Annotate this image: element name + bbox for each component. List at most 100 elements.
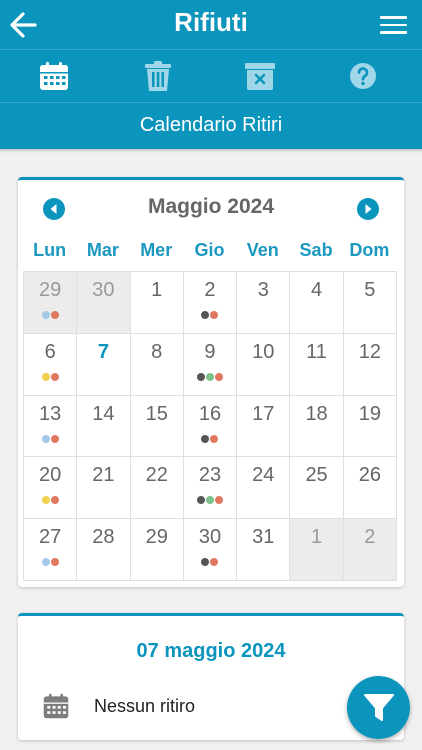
- filter-button[interactable]: [347, 676, 410, 739]
- weekday-label: Lun: [33, 240, 67, 260]
- pickup-dots: [24, 311, 76, 319]
- pickup-dots: [184, 558, 236, 567]
- pickup-dot: [210, 434, 219, 443]
- day-number: 1: [151, 279, 163, 301]
- pickup-dots: [184, 496, 236, 505]
- day-cell[interactable]: 18: [290, 395, 344, 458]
- day-cell[interactable]: 11: [290, 333, 344, 396]
- day-number: 29: [39, 279, 62, 301]
- day-number: 2: [204, 279, 216, 301]
- day-number: 24: [252, 464, 275, 487]
- pickup-dot: [210, 311, 219, 319]
- day-cell[interactable]: 2: [183, 272, 238, 334]
- weekday-header: Lun Mar Mer Gio Ven Sab Dom: [23, 240, 396, 270]
- day-number: 21: [92, 464, 115, 487]
- day-cell[interactable]: 20: [24, 457, 78, 520]
- pickup-dot: [201, 311, 210, 319]
- pickup-dot: [50, 434, 59, 443]
- day-cell[interactable]: 29: [24, 272, 78, 334]
- day-cell[interactable]: 6: [24, 333, 78, 396]
- calendar-tab[interactable]: [37, 60, 71, 92]
- day-cell[interactable]: 16: [183, 395, 238, 458]
- day-number: 14: [92, 402, 115, 425]
- day-number: 23: [198, 464, 222, 487]
- pickup-dot: [50, 311, 59, 319]
- day-number: 4: [311, 279, 323, 301]
- pickup-dot: [205, 496, 214, 505]
- weekday-label: Dom: [349, 240, 390, 260]
- day-cell[interactable]: 13: [24, 395, 78, 458]
- help-icon: [350, 63, 376, 89]
- day-cell[interactable]: 26: [343, 457, 397, 520]
- day-number: 19: [358, 402, 381, 425]
- weekday-label: Mer: [140, 240, 173, 260]
- trash-tab[interactable]: [141, 60, 175, 92]
- day-number: 22: [145, 464, 168, 487]
- day-number: 10: [252, 340, 275, 363]
- day-cell[interactable]: 9: [183, 333, 238, 396]
- day-cell[interactable]: 2: [343, 519, 397, 581]
- day-cell[interactable]: 14: [77, 395, 131, 458]
- selected-date: 07 maggio 2024: [136, 640, 286, 662]
- day-number: 5: [364, 279, 376, 301]
- trash-can-icon: [145, 61, 171, 91]
- day-cell[interactable]: 10: [237, 333, 291, 396]
- day-cell[interactable]: 21: [77, 457, 131, 520]
- day-cell[interactable]: 8: [130, 333, 184, 396]
- pickup-dots: [24, 558, 76, 567]
- pickup-dot: [196, 496, 205, 505]
- help-tab[interactable]: [346, 60, 380, 92]
- calendar-icon: [43, 693, 69, 719]
- next-month-button[interactable]: [357, 198, 379, 220]
- day-number: 29: [145, 526, 168, 549]
- app-title: Rifiuti: [174, 7, 248, 37]
- day-number: 28: [92, 526, 115, 549]
- day-cell[interactable]: 24: [237, 457, 291, 520]
- day-cell[interactable]: 3: [237, 272, 291, 334]
- day-cell[interactable]: 1: [130, 272, 184, 334]
- day-cell[interactable]: 29: [130, 519, 184, 581]
- selected-day-card: 07 maggio 2024 Nessun ritiro: [18, 613, 404, 740]
- month-navigation: Maggio 2024: [18, 180, 404, 230]
- day-cell[interactable]: 4: [290, 272, 344, 334]
- day-number: 17: [252, 402, 275, 425]
- day-cell[interactable]: 1: [290, 519, 344, 581]
- day-number: 1: [311, 526, 323, 549]
- pickup-dot: [196, 372, 205, 381]
- pickup-row: Nessun ritiro: [42, 692, 195, 720]
- day-cell[interactable]: 27: [24, 519, 78, 581]
- bin-tab[interactable]: [243, 60, 277, 92]
- pickup-dots: [24, 372, 76, 381]
- day-cell[interactable]: 31: [237, 519, 291, 581]
- day-cell[interactable]: 17: [237, 395, 291, 458]
- day-cell[interactable]: 28: [77, 519, 131, 581]
- day-number: 18: [305, 402, 328, 425]
- weekday-label: Gio: [194, 240, 225, 260]
- weekday-label: Mar: [86, 240, 119, 260]
- pickup-dot: [50, 372, 59, 381]
- day-cell[interactable]: 25: [290, 457, 344, 520]
- day-number: 7: [97, 340, 109, 363]
- day-cell[interactable]: 12: [343, 333, 397, 396]
- day-cell[interactable]: 23: [183, 457, 238, 520]
- day-cell[interactable]: 22: [130, 457, 184, 520]
- pickup-dot: [50, 496, 59, 505]
- day-cell[interactable]: 5: [343, 272, 397, 334]
- day-number: 15: [145, 402, 168, 425]
- calendar-card: Maggio 2024 Lun Mar Mer Gio Ven Sab Dom 29 30 1 2…: [18, 177, 404, 587]
- calendar-icon: [40, 62, 68, 90]
- day-cell[interactable]: 30: [77, 272, 131, 334]
- day-number: 11: [306, 340, 327, 363]
- pickup-dot: [41, 496, 50, 505]
- chevron-right-icon: [365, 204, 372, 214]
- day-number: 12: [358, 340, 381, 363]
- pickup-dot: [50, 558, 59, 567]
- month-title: Maggio 2024: [147, 195, 275, 218]
- day-cell-today[interactable]: 7: [77, 333, 131, 396]
- day-number: 3: [257, 279, 269, 301]
- menu-button[interactable]: [380, 16, 407, 36]
- day-number: 13: [39, 402, 62, 425]
- day-cell[interactable]: 30: [183, 519, 238, 581]
- day-cell[interactable]: 19: [343, 395, 397, 458]
- day-cell[interactable]: 15: [130, 395, 184, 458]
